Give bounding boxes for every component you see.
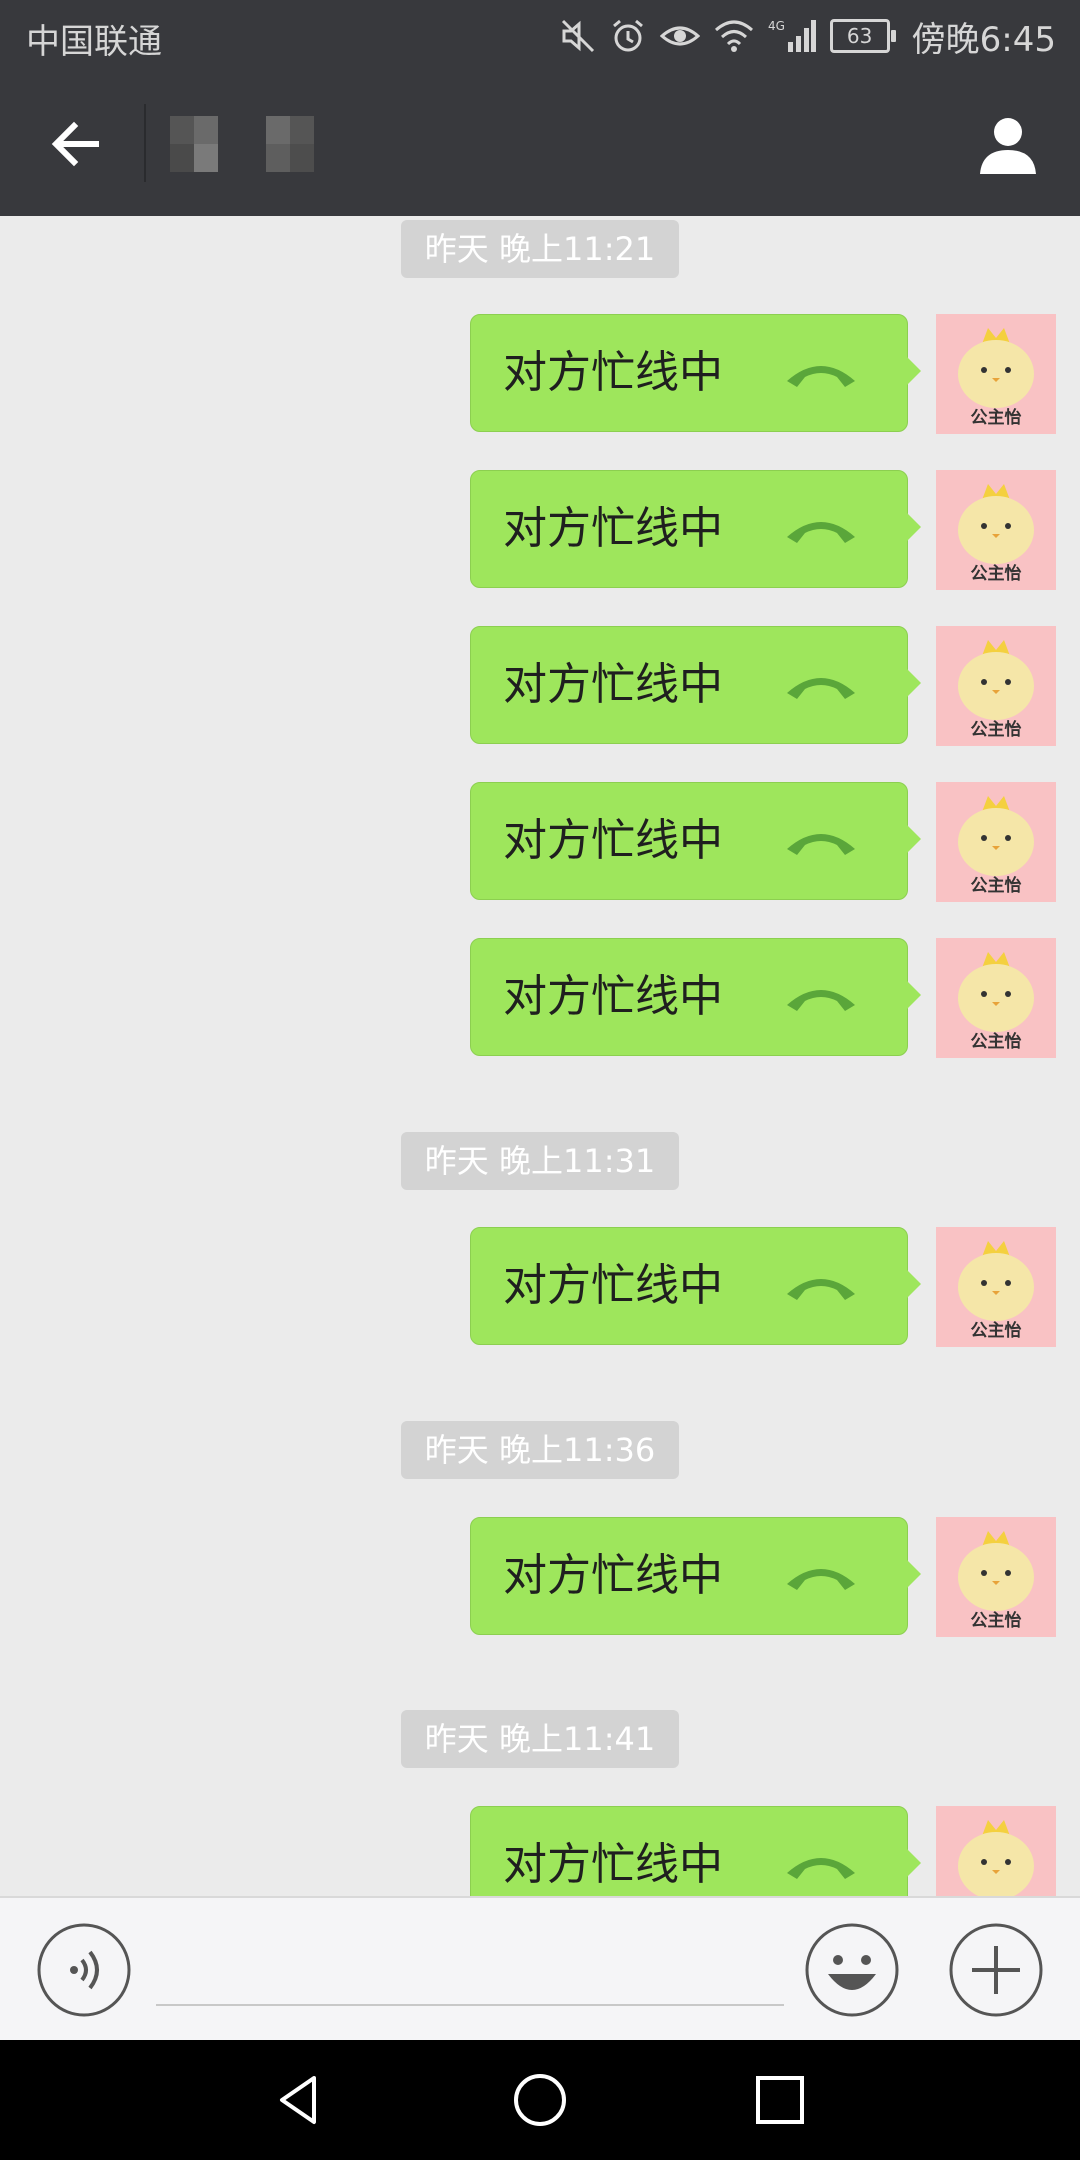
clock-time: 傍晚6:45 <box>911 19 1056 60</box>
phone-hangup-icon <box>787 1279 855 1300</box>
avatar[interactable]: 公主怡 <box>936 782 1056 902</box>
avatar[interactable]: 公主怡 <box>936 470 1056 590</box>
call-message-bubble[interactable]: 对方忙线中 <box>470 1806 921 1896</box>
avatar[interactable]: 公主怡 <box>936 1806 1056 1896</box>
status-bar: 中国联通 4G 63 傍晚6:45 <box>0 0 1080 72</box>
signal-4g-icon: 4G <box>768 19 816 52</box>
call-message-bubble[interactable]: 对方忙线中 <box>470 1227 921 1345</box>
person-icon[interactable] <box>972 108 1044 180</box>
message-text: 对方忙线中 <box>503 1839 723 1890</box>
avatar[interactable]: 公主怡 <box>936 626 1056 746</box>
plus-icon[interactable] <box>948 1922 1044 2018</box>
message-text: 对方忙线中 <box>503 815 723 866</box>
phone-hangup-icon <box>787 834 855 855</box>
phone-hangup-icon <box>787 1858 855 1879</box>
wifi-icon <box>714 20 753 52</box>
avatar-label: 公主怡 <box>970 408 1022 428</box>
avatar-label: 公主怡 <box>970 1032 1022 1052</box>
message-text: 对方忙线中 <box>503 503 723 554</box>
system-nav-bar <box>0 2040 1080 2160</box>
carrier-name: 中国联通 <box>26 22 162 62</box>
input-bar <box>0 1896 1080 2040</box>
eye-icon <box>659 26 700 46</box>
avatar[interactable]: 公主怡 <box>936 1517 1056 1637</box>
phone-hangup-icon <box>787 1569 855 1590</box>
message-text: 对方忙线中 <box>503 971 723 1022</box>
nav-home-circle-icon[interactable] <box>510 2070 570 2130</box>
arrow-left-icon[interactable] <box>40 108 112 180</box>
phone-hangup-icon <box>787 990 855 1011</box>
message-text: 对方忙线中 <box>503 347 723 398</box>
message-text: 对方忙线中 <box>503 659 723 710</box>
call-message-bubble[interactable]: 对方忙线中 <box>470 314 921 432</box>
message-input[interactable] <box>156 1932 784 2006</box>
timestamp: 昨天 晚上11:36 <box>401 1421 679 1479</box>
header-divider <box>144 104 146 182</box>
phone-hangup-icon <box>787 366 855 387</box>
message-list[interactable]: 昨天 晚上11:21 对方忙线中 公主怡 对方忙线中 公主怡 对方忙线中 公主怡… <box>0 216 1080 1896</box>
timestamp: 昨天 晚上11:21 <box>401 220 679 278</box>
avatar-label: 公主怡 <box>970 1321 1022 1341</box>
call-message-bubble[interactable]: 对方忙线中 <box>470 938 921 1056</box>
call-message-bubble[interactable]: 对方忙线中 <box>470 1517 921 1635</box>
chick-avatar-icon <box>958 1820 1034 1896</box>
message-text: 对方忙线中 <box>503 1260 723 1311</box>
avatar-label: 公主怡 <box>970 1611 1022 1631</box>
avatar-label: 公主怡 <box>970 720 1022 740</box>
avatar[interactable]: 公主怡 <box>936 314 1056 434</box>
voice-input-icon[interactable] <box>36 1922 132 2018</box>
timestamp: 昨天 晚上11:31 <box>401 1132 679 1190</box>
call-message-bubble[interactable]: 对方忙线中 <box>470 626 921 744</box>
phone-hangup-icon <box>787 522 855 543</box>
avatar[interactable]: 公主怡 <box>936 938 1056 1058</box>
timestamp: 昨天 晚上11:41 <box>401 1710 679 1768</box>
avatar-label: 公主怡 <box>970 564 1022 584</box>
message-text: 对方忙线中 <box>503 1550 723 1601</box>
mute-icon <box>561 19 594 53</box>
phone-hangup-icon <box>787 678 855 699</box>
alarm-icon <box>612 19 643 52</box>
call-message-bubble[interactable]: 对方忙线中 <box>470 470 921 588</box>
call-message-bubble[interactable]: 对方忙线中 <box>470 782 921 900</box>
nav-recents-square-icon[interactable] <box>750 2070 810 2130</box>
nav-back-triangle-icon[interactable] <box>270 2070 330 2130</box>
chat-header <box>0 72 1080 216</box>
chat-title-blurred <box>170 116 314 172</box>
battery-icon: 63 <box>829 19 896 53</box>
avatar-label: 公主怡 <box>970 876 1022 896</box>
emoji-icon[interactable] <box>804 1922 900 2018</box>
avatar[interactable]: 公主怡 <box>936 1227 1056 1347</box>
status-icons: 4G 63 傍晚6:45 <box>560 12 1056 60</box>
svg-text:4G: 4G <box>768 19 785 33</box>
